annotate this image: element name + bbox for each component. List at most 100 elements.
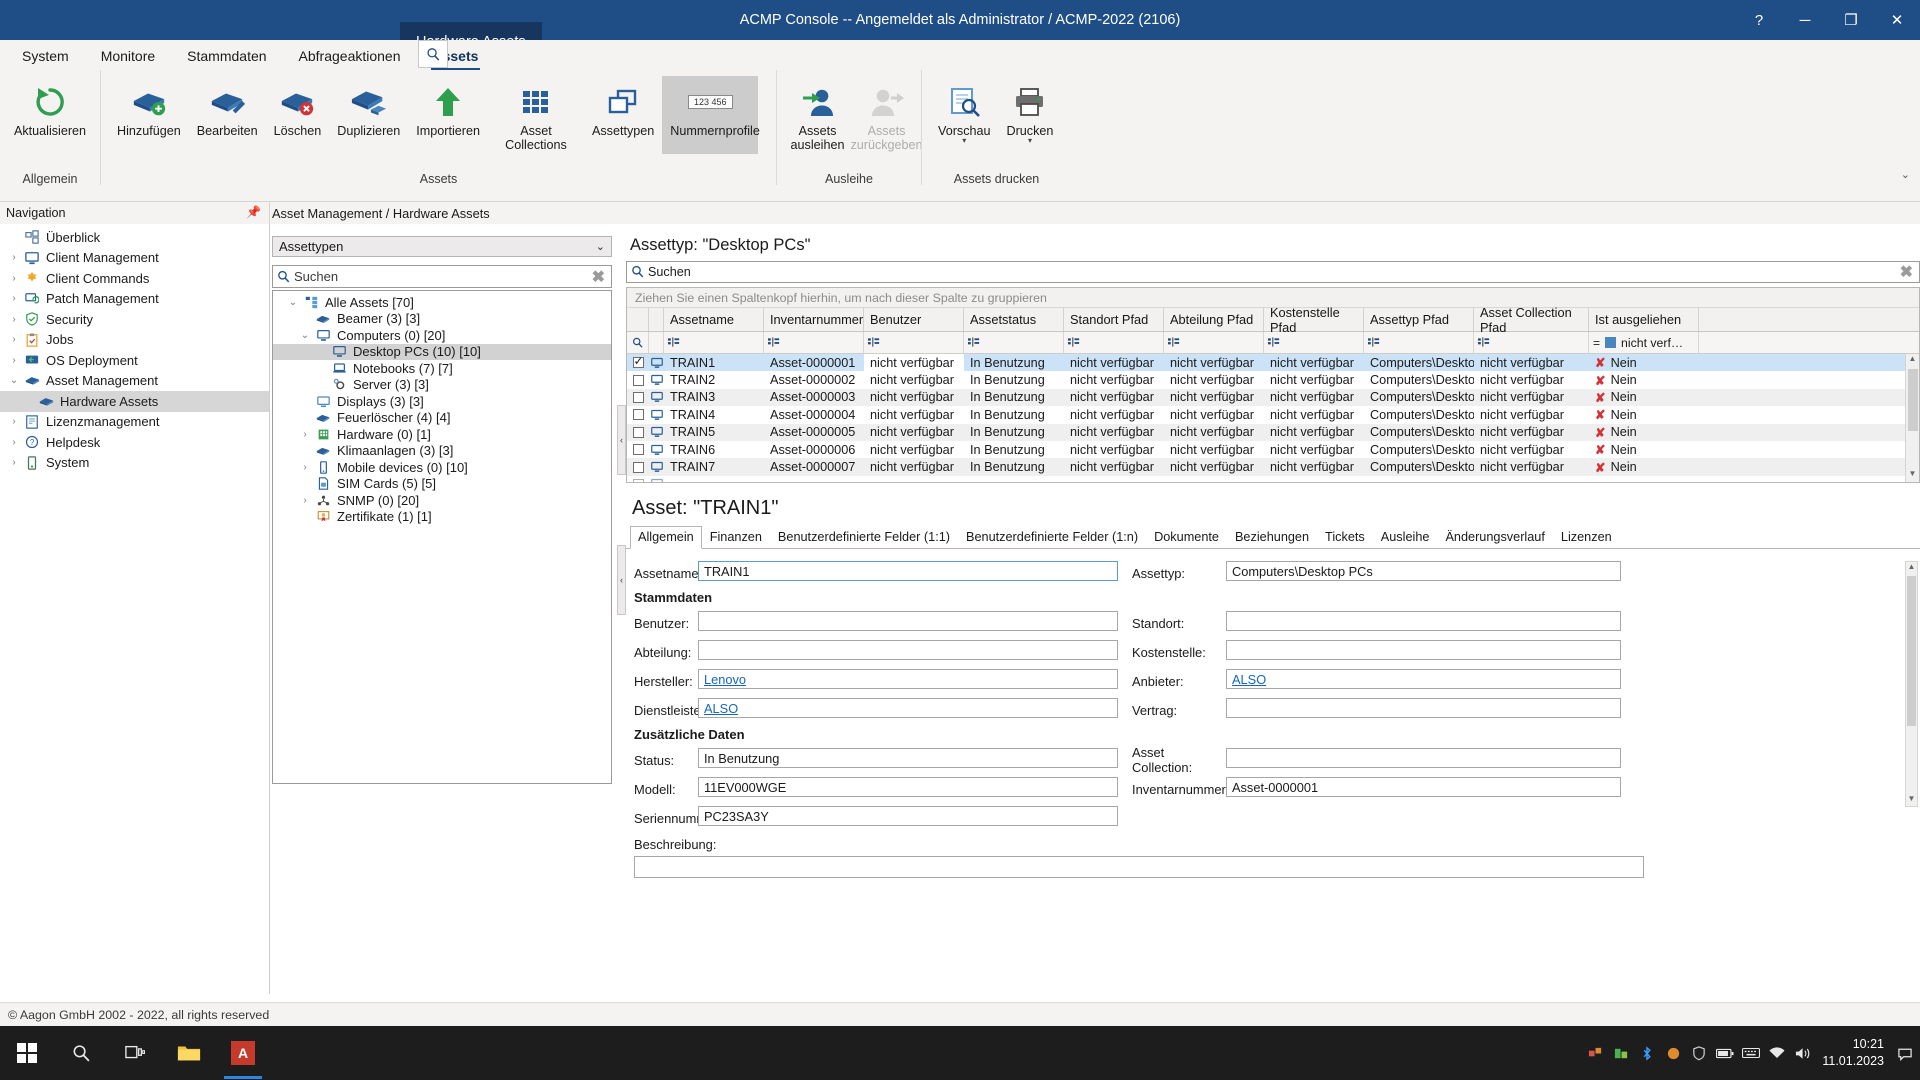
grid-vertical-scrollbar[interactable]: ▲ ▼: [1905, 354, 1919, 482]
help-button[interactable]: ?: [1736, 0, 1782, 40]
notification-center-button[interactable]: [1894, 1046, 1916, 1061]
chevron-right-icon[interactable]: ›: [297, 495, 313, 506]
grid-header-standort-pfad[interactable]: Standort Pfad: [1064, 308, 1164, 331]
chevron-down-icon[interactable]: ▾: [962, 138, 966, 144]
tree-node-beamer[interactable]: Beamer (3) [3]: [273, 311, 611, 328]
asset-collections-button[interactable]: Asset Collections: [488, 76, 584, 154]
chevron-down-icon[interactable]: ⌄: [297, 330, 313, 341]
chevron-right-icon[interactable]: ›: [6, 314, 22, 325]
ribbon-collapse-icon[interactable]: ⌄: [1901, 168, 1920, 185]
kostenstelle-field[interactable]: [1226, 640, 1621, 660]
sidebar-item-client-management[interactable]: › Client Management: [0, 248, 269, 269]
splitter-collapse-left[interactable]: ‹: [617, 405, 626, 475]
ribbon-tab-stammdaten[interactable]: Stammdaten: [171, 45, 282, 70]
row-checkbox[interactable]: [627, 406, 649, 423]
row-checkbox[interactable]: [627, 424, 649, 441]
sidebar-item-security[interactable]: › Security: [0, 309, 269, 330]
chevron-right-icon[interactable]: ›: [6, 416, 22, 427]
filter-assetstatus[interactable]: [964, 332, 1064, 353]
ribbon-tab-monitore[interactable]: Monitore: [85, 45, 171, 70]
ribbon-tab-system[interactable]: System: [6, 45, 85, 70]
grid-header-select[interactable]: [627, 308, 649, 331]
clear-icon[interactable]: ✖: [592, 267, 605, 287]
scroll-up-icon[interactable]: ▲: [1906, 354, 1919, 367]
table-row[interactable]: TRAIN3 Asset-0000003 nicht verfügbar In …: [627, 389, 1919, 406]
tree-node-notebooks[interactable]: Notebooks (7) [7]: [273, 360, 611, 377]
table-row[interactable]: TRAIN4 Asset-0000004 nicht verfügbar In …: [627, 406, 1919, 423]
filter-ist-ausgeliehen[interactable]: = nicht verf…: [1589, 332, 1699, 353]
table-row[interactable]: TRAIN2 Asset-0000002 nicht verfügbar In …: [627, 371, 1919, 388]
scroll-thumb[interactable]: [1907, 576, 1916, 726]
ribbon-search-button[interactable]: [418, 40, 448, 68]
grid-header-asset-collection-pfad[interactable]: Asset Collection Pfad: [1474, 308, 1589, 331]
status-field[interactable]: In Benutzung: [698, 748, 1118, 768]
sidebar-item-system[interactable]: › System: [0, 453, 269, 474]
grid-header-assettyp-pfad[interactable]: Assettyp Pfad: [1364, 308, 1474, 331]
tree-node-feuerloescher[interactable]: Feuerlöscher (4) [4]: [273, 410, 611, 427]
row-checkbox[interactable]: [627, 389, 649, 406]
delete-asset-button[interactable]: Löschen: [266, 76, 330, 140]
table-row[interactable]: TRAIN5 Asset-0000005 nicht verfügbar In …: [627, 424, 1919, 441]
chevron-down-icon[interactable]: ⌄: [285, 297, 301, 308]
grid-header-benutzer[interactable]: Benutzer: [864, 308, 964, 331]
close-button[interactable]: ✕: [1874, 0, 1920, 40]
assets-ausleihen-button[interactable]: Assets ausleihen: [783, 76, 852, 154]
anbieter-field[interactable]: ALSO: [1226, 669, 1621, 689]
bluetooth-icon[interactable]: [1634, 1046, 1660, 1061]
edit-asset-button[interactable]: Bearbeiten: [189, 76, 266, 140]
add-asset-button[interactable]: Hinzufügen: [109, 76, 189, 140]
table-row[interactable]: TRAIN1 Asset-0000001 nicht verfügbar In …: [627, 354, 1919, 371]
filter-search-button[interactable]: [627, 332, 649, 353]
drucken-button[interactable]: Drucken ▾: [999, 76, 1062, 146]
tree-node-hardware[interactable]: › Hardware (0) [1]: [273, 426, 611, 443]
volume-icon[interactable]: [1790, 1047, 1816, 1060]
tree-node-desktop-pcs[interactable]: Desktop PCs (10) [10]: [273, 344, 611, 361]
scroll-down-icon[interactable]: ▼: [1906, 794, 1917, 806]
tree-search-input[interactable]: Suchen ✖: [272, 265, 612, 288]
chevron-right-icon[interactable]: ›: [297, 462, 313, 473]
filter-inventarnummer[interactable]: [764, 332, 864, 353]
table-row[interactable]: TRAIN6 Asset-0000006 nicht verfügbar In …: [627, 441, 1919, 458]
grid-header-ist-ausgeliehen[interactable]: Ist ausgeliehen: [1589, 308, 1699, 331]
tab-aenderungsverlauf[interactable]: Änderungsverlauf: [1437, 526, 1552, 548]
tree-node-alle-assets[interactable]: ⌄ Alle Assets [70]: [273, 294, 611, 311]
modell-field[interactable]: 11EV000WGE: [698, 777, 1118, 797]
tree-node-snmp[interactable]: › SNMP (0) [20]: [273, 492, 611, 509]
sidebar-item-hardware-assets[interactable]: Hardware Assets: [0, 391, 269, 412]
maximize-button[interactable]: ❐: [1828, 0, 1874, 40]
tab-lizenzen[interactable]: Lizenzen: [1553, 526, 1620, 548]
tab-tickets[interactable]: Tickets: [1317, 526, 1373, 548]
filter-asset-collection-pfad[interactable]: [1474, 332, 1589, 353]
beschreibung-field[interactable]: [634, 856, 1644, 878]
refresh-button[interactable]: Aktualisieren: [6, 76, 94, 140]
start-button[interactable]: [0, 1026, 54, 1080]
inventarnummer-field[interactable]: Asset-0000001: [1226, 777, 1621, 797]
row-checkbox[interactable]: [627, 476, 649, 482]
tab-dokumente[interactable]: Dokumente: [1146, 526, 1227, 548]
keyboard-icon[interactable]: [1738, 1047, 1764, 1059]
grid-header-assetname[interactable]: Assetname: [664, 308, 764, 331]
vorschau-button[interactable]: Vorschau ▾: [930, 76, 999, 146]
assetname-field[interactable]: TRAIN1: [698, 561, 1118, 581]
chevron-right-icon[interactable]: ›: [297, 429, 313, 440]
row-checkbox[interactable]: [627, 441, 649, 458]
tree-node-computers[interactable]: ⌄ Computers (0) [20]: [273, 327, 611, 344]
table-row[interactable]: TRAIN7 Asset-0000007 nicht verfügbar In …: [627, 458, 1919, 475]
assets-zurueckgeben-button[interactable]: Assets zurückgeben: [852, 76, 921, 154]
grid-header-abteilung-pfad[interactable]: Abteilung Pfad: [1164, 308, 1264, 331]
acmp-app-button[interactable]: A: [216, 1026, 270, 1080]
row-checkbox[interactable]: [627, 354, 649, 371]
chevron-right-icon[interactable]: ›: [6, 355, 22, 366]
chevron-down-icon[interactable]: ▾: [1028, 138, 1032, 144]
assettypen-select[interactable]: Assettypen ⌄: [272, 236, 612, 257]
battery-icon[interactable]: [1712, 1047, 1738, 1060]
sidebar-item-jobs[interactable]: › Jobs: [0, 330, 269, 351]
taskbar-search-button[interactable]: [54, 1026, 108, 1080]
filter-assetname[interactable]: [664, 332, 764, 353]
scroll-thumb[interactable]: [1908, 369, 1918, 431]
dienstleister-field[interactable]: ALSO: [698, 698, 1118, 718]
tab-ausleihe[interactable]: Ausleihe: [1373, 526, 1438, 548]
assettypen-button[interactable]: Assettypen: [584, 76, 662, 140]
import-button[interactable]: Importieren: [408, 76, 488, 140]
benutzer-field[interactable]: [698, 611, 1118, 631]
